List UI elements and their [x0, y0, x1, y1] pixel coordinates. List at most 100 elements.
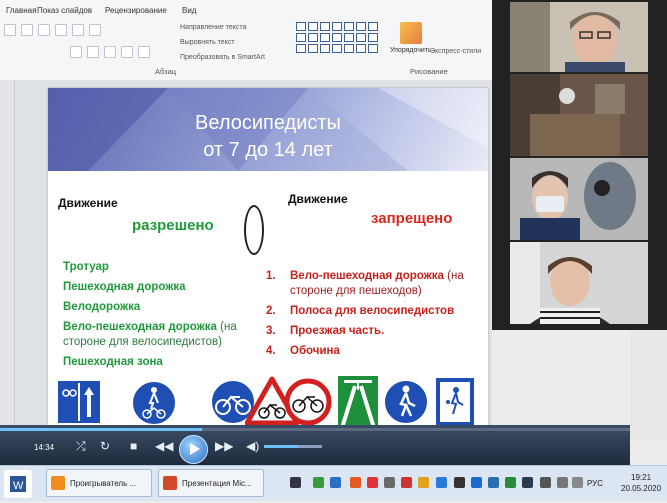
- line-spacing-button[interactable]: [72, 24, 84, 36]
- title-line-2: от 7 до 14 лет: [203, 139, 333, 161]
- arrange-label: Упорядочить: [390, 47, 432, 54]
- text-direction-button[interactable]: Направление текста: [180, 24, 246, 31]
- repeat-icon[interactable]: ↻: [100, 439, 110, 453]
- bike-lane-sign-icon: [56, 379, 102, 425]
- smartart-button[interactable]: Преобразовать в SmartArt: [180, 54, 265, 61]
- clock-time: 19:21: [631, 473, 652, 482]
- increase-indent-button[interactable]: [55, 24, 67, 36]
- tray-app-icon[interactable]: [401, 477, 412, 488]
- item-number: 1.: [48, 260, 49, 275]
- tray-app-icon[interactable]: [436, 477, 447, 488]
- columns-button[interactable]: [138, 46, 150, 58]
- align-buttons-row: [70, 46, 150, 60]
- video-call-panel: [492, 0, 667, 330]
- title-line-1: Велосипедисты: [195, 112, 341, 134]
- taskbar: W Проигрыватель ... Презентация Mic... Р…: [0, 465, 667, 501]
- slides-pane-collapsed[interactable]: [0, 80, 15, 425]
- tray-app-icon[interactable]: [505, 477, 516, 488]
- align-text-button[interactable]: Выровнять текст: [180, 39, 235, 46]
- next-icon[interactable]: ▶▶: [215, 439, 233, 453]
- shuffle-icon[interactable]: ⤮: [76, 439, 86, 454]
- allowed-list: 1. Тротуар 2. Пешеходная дорожка 3. Велодор…: [48, 260, 259, 375]
- list-item: 2. Пешеходная дорожка: [48, 280, 259, 295]
- network-icon[interactable]: [540, 477, 551, 488]
- seek-bar[interactable]: [0, 428, 630, 431]
- forbidden-list: 1. Вело-пешеходная дорожка (на стороне дл…: [266, 269, 486, 364]
- motorway-sign-icon: [338, 376, 378, 428]
- keyboard-icon[interactable]: [290, 477, 301, 488]
- taskbar-presentation-label: Презентация Mic...: [182, 478, 252, 488]
- volume-tray-icon[interactable]: [572, 477, 583, 488]
- paragraph-group-label: Абзац: [155, 67, 177, 76]
- item-text: Пешеходная дорожка: [63, 281, 186, 293]
- item-number: 2.: [48, 280, 49, 295]
- tray-app-icon[interactable]: [471, 477, 482, 488]
- list-item: 4.Вело-пешеходная дорожка (на стороне дл…: [48, 320, 259, 350]
- list-item: 4. Обочина: [266, 344, 486, 359]
- tab-review[interactable]: Рецензирование: [105, 6, 167, 15]
- participant-video-2[interactable]: [510, 74, 648, 156]
- play-button[interactable]: [179, 435, 208, 464]
- decrease-indent-button[interactable]: [38, 24, 50, 36]
- allowed-label: разрешено: [132, 217, 214, 234]
- elapsed-time: 14:34: [34, 443, 55, 452]
- participant-video-3[interactable]: [510, 158, 648, 240]
- tray-app-icon[interactable]: [313, 477, 324, 488]
- list-item: 5. Пешеходная зона: [48, 355, 259, 370]
- participant-video-1[interactable]: [510, 2, 648, 84]
- flag-icon[interactable]: [557, 477, 568, 488]
- numbering-button[interactable]: [21, 24, 33, 36]
- word-icon: W: [10, 476, 26, 492]
- tray-app-icon[interactable]: [384, 477, 395, 488]
- volume-level: [264, 445, 298, 448]
- media-player-icon: [51, 476, 65, 490]
- tab-home[interactable]: Главная: [6, 6, 36, 15]
- item-text: Велодорожка: [63, 301, 141, 313]
- previous-icon[interactable]: ◀◀: [155, 439, 173, 453]
- pedestrian-path-sign-icon: [383, 379, 429, 425]
- bluetooth-icon[interactable]: [488, 477, 499, 488]
- pedestrian-zone-sign-icon: [434, 376, 476, 430]
- item-text: Пешеходная зона: [63, 356, 163, 368]
- language-indicator[interactable]: РУС: [587, 479, 603, 488]
- item-text: Полоса для велосипедистов: [290, 305, 455, 317]
- svg-text:W: W: [13, 480, 24, 492]
- align-right-button[interactable]: [104, 46, 116, 58]
- arrange-button[interactable]: Упорядочить: [390, 22, 432, 54]
- taskbar-player[interactable]: Проигрыватель ...: [46, 469, 152, 497]
- item-text: Тротуар: [63, 261, 109, 273]
- express-styles-button[interactable]: Экспресс-стили: [430, 48, 481, 55]
- tab-view[interactable]: Вид: [182, 6, 196, 15]
- bullets-button[interactable]: [4, 24, 16, 36]
- taskbar-presentation[interactable]: Презентация Mic...: [158, 469, 264, 497]
- taskbar-player-label: Проигрыватель ...: [70, 478, 137, 488]
- shapes-gallery[interactable]: [296, 22, 378, 53]
- participant-video-4[interactable]: [510, 242, 648, 324]
- tray-app-icon[interactable]: [454, 477, 465, 488]
- stop-icon[interactable]: ■: [130, 439, 137, 453]
- clock[interactable]: 19:21 20.05.2020: [621, 472, 661, 494]
- item-number: 4.: [48, 320, 49, 335]
- item-text: Проезжая часть.: [290, 325, 385, 337]
- forbidden-label: запрещено: [371, 210, 453, 227]
- list-item: 3. Велодорожка: [48, 300, 259, 315]
- tray-app-icon[interactable]: [522, 477, 533, 488]
- volume-slider[interactable]: [264, 445, 322, 448]
- tray-app-icon[interactable]: [367, 477, 378, 488]
- volume-icon[interactable]: ◀): [246, 439, 259, 453]
- sort-button[interactable]: [89, 24, 101, 36]
- tab-slideshow[interactable]: Показ слайдов: [37, 6, 92, 15]
- seek-bar-progress: [0, 428, 202, 431]
- item-number: 2.: [266, 305, 276, 317]
- align-left-button[interactable]: [70, 46, 82, 58]
- list-item: 1. Вело-пешеходная дорожка (на стороне дл…: [266, 269, 486, 299]
- tray-app-icon[interactable]: [418, 477, 429, 488]
- tray-app-icon[interactable]: [330, 477, 341, 488]
- justify-button[interactable]: [121, 46, 133, 58]
- align-center-button[interactable]: [87, 46, 99, 58]
- start-button[interactable]: W: [4, 470, 32, 498]
- list-item: 3. Проезжая часть.: [266, 324, 486, 339]
- powerpoint-ribbon: Главная Показ слайдов Рецензирование Вид…: [0, 0, 492, 81]
- item-number: 3.: [48, 300, 49, 315]
- tray-app-icon[interactable]: [350, 477, 361, 488]
